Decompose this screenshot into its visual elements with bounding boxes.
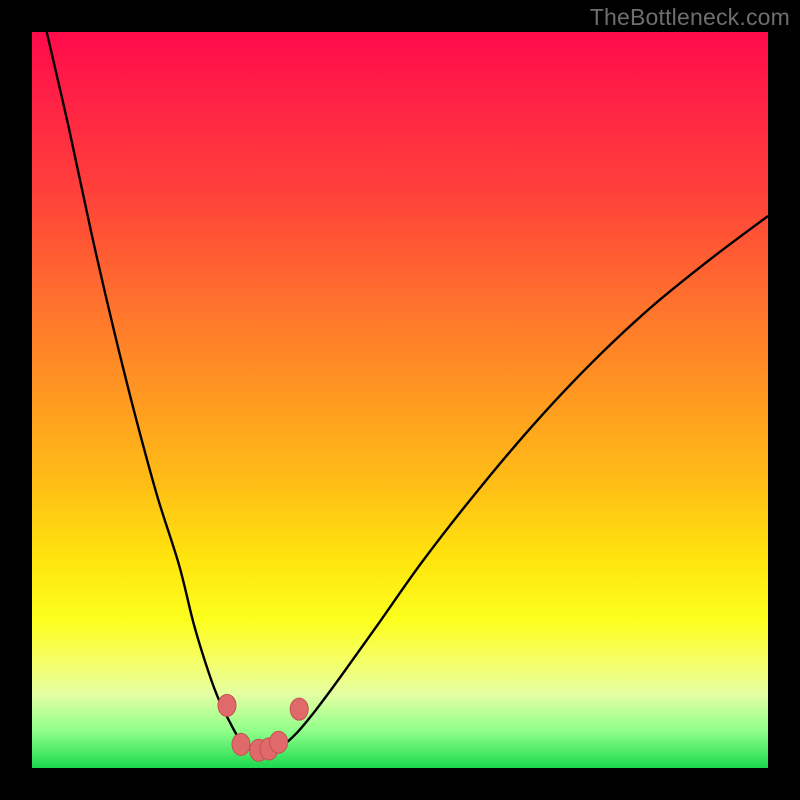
curve-marker <box>290 698 308 720</box>
curve-marker <box>232 733 250 755</box>
watermark-text: TheBottleneck.com <box>590 4 790 31</box>
plot-area <box>32 32 768 768</box>
curve-marker <box>270 731 288 753</box>
curve-layer <box>32 32 768 768</box>
curve-marker <box>218 694 236 716</box>
bottleneck-curve <box>47 32 768 753</box>
chart-frame: TheBottleneck.com <box>0 0 800 800</box>
